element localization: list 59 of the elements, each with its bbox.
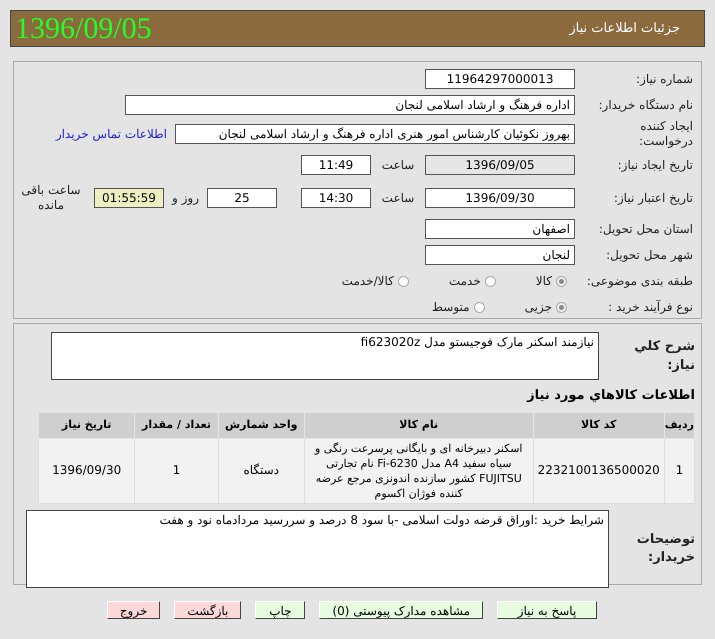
page-title: جزئیات اطلاعات نیاز	[569, 20, 680, 38]
field-label: جزیی	[524, 299, 552, 316]
table-cell: 1	[664, 438, 694, 503]
radio-button[interactable]	[474, 302, 485, 312]
text-field[interactable]: 11:49	[301, 155, 371, 175]
text-field[interactable]: اصفهان	[425, 219, 575, 239]
column-header: واحد شمارش	[218, 412, 304, 438]
field-label: کالا	[536, 273, 552, 290]
action-button[interactable]: چاپ	[255, 601, 306, 619]
table-cell: 2232100136500020	[533, 438, 664, 503]
field-label: نوع فرآیند خرید :	[607, 299, 693, 316]
action-button[interactable]: خروج	[106, 601, 160, 619]
field-label: تاریخ ایجاد نیاز:	[616, 157, 693, 174]
action-button[interactable]: بازگشت	[174, 601, 242, 619]
notes-box[interactable]: شرایط خرید :اوراق قرضه دولت اسلامی -با سود 8 درصد و سررسید مردادماه نود و هفت	[26, 510, 609, 588]
text-field[interactable]: اداره فرهنگ و ارشاد اسلامی لنجان	[125, 95, 575, 115]
radio-button[interactable]	[556, 276, 567, 286]
text-field[interactable]: بهروز نکوئیان کارشناس امور هنری اداره فرهنگ و ارشاد اسلامی لنجان	[175, 124, 575, 144]
field-label: نام دستگاه خریدار:	[598, 97, 693, 114]
field-label: ساعت باقی مانده	[20, 183, 82, 213]
field-label: متوسط	[432, 299, 470, 316]
column-header: تاریخ نیاز	[38, 412, 135, 438]
description-box[interactable]: نیازمند اسکنر مارک فوجیستو مدل fi623020z	[51, 332, 599, 380]
table-cell: دستگاه	[218, 438, 304, 503]
text-field[interactable]: 14:30	[301, 188, 371, 208]
table-cell: 1396/09/30	[38, 438, 135, 503]
column-header: کد کالا	[533, 412, 664, 438]
column-header: نام کالا	[304, 412, 534, 438]
header-date: 1396/09/05	[15, 11, 152, 47]
field-label: شماره نیاز:	[635, 71, 693, 88]
text-field[interactable]: 1396/09/05	[425, 155, 575, 175]
radio-button[interactable]	[398, 276, 409, 286]
column-header: تعداد / مقدار	[134, 412, 218, 438]
field-label: تاریخ اعتبار نیاز:	[612, 190, 693, 207]
field-label: ایجاد کننده درخواست:	[638, 119, 693, 149]
table-cell: 1	[134, 438, 218, 503]
text-field[interactable]: 11964297000013	[425, 69, 575, 89]
field-label: ساعت	[380, 157, 416, 174]
section-heading: اطلاعات کالاهاي مورد نياز	[527, 387, 695, 405]
field-label: استان محل تحویل:	[598, 221, 693, 238]
radio-button[interactable]	[556, 302, 567, 312]
field-label: خدمت	[448, 273, 481, 290]
field-label: توضیحات خریدار:	[636, 530, 695, 566]
field-label: طبقه بندی موضوعی:	[586, 273, 693, 290]
column-header: رديف	[664, 412, 694, 438]
field-label: شرح کلي نياز:	[633, 338, 695, 375]
action-button[interactable]: پاسخ به نیاز	[497, 601, 597, 619]
text-field[interactable]: 1396/09/30	[425, 188, 575, 208]
text-field[interactable]: 25	[207, 188, 277, 208]
table-cell: اسکنر دبیرخانه ای و بایگانی پرسرعت رنگی و سیاه سفید A4 مدل Fi-6230 نام تجارتی FUJITSU کشور سازنده اندونزی مرجع عرضه کننده فوژان اکسوم	[304, 438, 534, 503]
countdown-field[interactable]: 01:55:59	[94, 188, 164, 208]
radio-button[interactable]	[484, 276, 496, 286]
contact-link[interactable]: اطلاعات تماس خریدار	[56, 125, 167, 143]
field-label: کالا/خدمت	[342, 273, 394, 290]
action-button[interactable]: مشاهده مدارک پیوستی (0)	[319, 601, 483, 619]
field-label: شهر محل تحویل:	[605, 247, 693, 264]
field-label: ساعت	[380, 190, 416, 207]
text-field[interactable]: لنجان	[425, 245, 575, 265]
field-label: روز و	[172, 190, 199, 207]
